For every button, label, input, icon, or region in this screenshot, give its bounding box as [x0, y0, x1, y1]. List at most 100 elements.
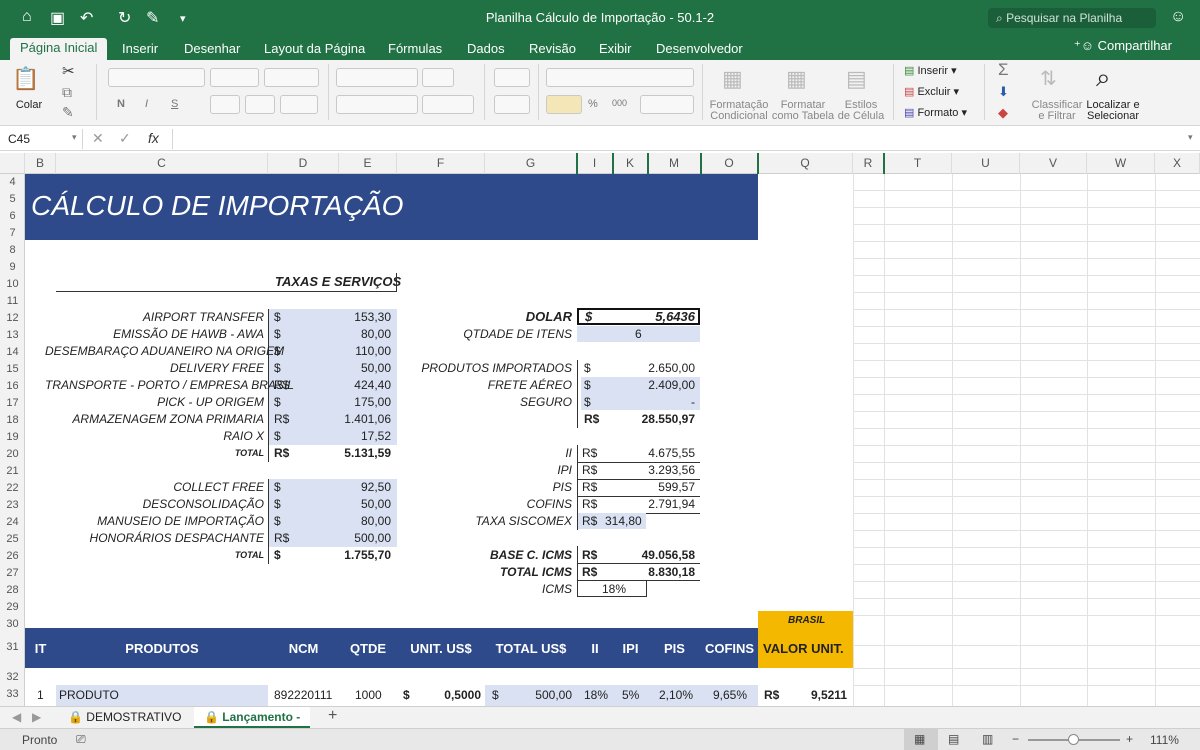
delete-cells-button[interactable]: ▤ Excluir ▾	[904, 85, 959, 98]
zoom-in-icon[interactable]: +	[1126, 732, 1133, 746]
format-painter-icon[interactable]: ✎	[62, 104, 74, 121]
row-header[interactable]: 26	[0, 550, 25, 562]
row-header[interactable]: 21	[0, 465, 25, 477]
row-header[interactable]: 9	[0, 261, 25, 273]
row-header[interactable]: 6	[0, 210, 25, 222]
bold-button[interactable]: N	[117, 98, 125, 110]
column-header[interactable]: F	[397, 153, 485, 174]
row-header[interactable]: 15	[0, 363, 25, 375]
row-header[interactable]: 27	[0, 567, 25, 579]
paste-label[interactable]: Colar	[10, 100, 48, 111]
indent-buttons[interactable]	[422, 95, 474, 114]
tab-layout[interactable]: Layout da Página	[254, 40, 375, 60]
tab-revisao[interactable]: Revisão	[519, 40, 586, 60]
row-header[interactable]: 14	[0, 346, 25, 358]
tab-inserir[interactable]: Inserir	[112, 40, 168, 60]
format-table-icon[interactable]: ▦	[786, 66, 807, 92]
column-header[interactable]: W	[1087, 153, 1155, 174]
share-button[interactable]: ⁺☺ Compartilhar	[1074, 38, 1172, 54]
function-icon[interactable]: fx	[148, 130, 159, 146]
row-header[interactable]: 18	[0, 414, 25, 426]
sort-filter-label[interactable]: Classificar e Filtrar	[1030, 100, 1084, 122]
row-header[interactable]: 25	[0, 533, 25, 545]
format-cells-button[interactable]: ▤ Formato ▾	[904, 106, 967, 119]
column-header[interactable]: E	[339, 153, 397, 174]
select-all[interactable]	[0, 153, 25, 174]
font-grow-shrink-buttons[interactable]	[264, 68, 319, 87]
format-table-label[interactable]: Formatar como Tabela	[770, 100, 836, 122]
sheet-tab-active[interactable]: 🔒 Lançamento -	[194, 707, 311, 728]
find-select-icon[interactable]: ⌕	[1096, 62, 1111, 94]
formula-input[interactable]	[174, 129, 1182, 149]
orientation-button[interactable]	[422, 68, 454, 87]
row-header[interactable]: 8	[0, 244, 25, 256]
zoom-slider-thumb[interactable]	[1068, 734, 1079, 745]
column-header[interactable]: X	[1155, 153, 1200, 174]
cut-icon[interactable]: ✂	[62, 62, 75, 80]
vertical-align-buttons[interactable]	[336, 68, 418, 87]
fill-icon[interactable]: ⬇	[998, 84, 1009, 100]
underline-button[interactable]: S	[171, 98, 178, 110]
profile-icon[interactable]: ☺	[1170, 8, 1186, 26]
tab-desenvolvedor[interactable]: Desenvolvedor	[646, 40, 753, 60]
fill-color-button[interactable]	[245, 95, 275, 114]
number-format-select[interactable]	[546, 68, 694, 87]
sort-filter-icon[interactable]: ⇅	[1040, 66, 1057, 91]
row-header[interactable]: 24	[0, 516, 25, 528]
column-header[interactable]: T	[884, 153, 952, 174]
row-header[interactable]: 5	[0, 193, 25, 205]
zoom-level[interactable]: 111%	[1150, 733, 1179, 747]
column-header[interactable]: G	[485, 153, 577, 174]
row-header[interactable]: 33	[0, 688, 25, 700]
decimal-buttons[interactable]	[640, 95, 694, 114]
copy-icon[interactable]: ⧉	[62, 84, 72, 101]
row-header[interactable]: 28	[0, 584, 25, 596]
font-color-button[interactable]	[280, 95, 318, 114]
column-header[interactable]: K	[613, 153, 648, 174]
column-header[interactable]: R	[853, 153, 884, 174]
column-header[interactable]: C	[56, 153, 268, 174]
insert-cells-button[interactable]: ▤ Inserir ▾	[904, 64, 957, 77]
cell-styles-label[interactable]: Estilos de Célula	[834, 100, 888, 122]
next-sheet-icon[interactable]: ▶	[32, 710, 41, 724]
row-header[interactable]: 12	[0, 312, 25, 324]
tab-pagina-inicial[interactable]: Página Inicial	[10, 38, 108, 60]
zoom-out-icon[interactable]: −	[1012, 732, 1019, 746]
name-box-dropdown-icon[interactable]: ▾	[72, 132, 77, 143]
add-sheet-icon[interactable]: +	[328, 707, 337, 725]
page-layout-icon[interactable]: ▤	[948, 732, 959, 746]
cell-styles-icon[interactable]: ▤	[846, 66, 867, 92]
tab-desenhar[interactable]: Desenhar	[174, 40, 250, 60]
column-header[interactable]: B	[25, 153, 56, 174]
expand-formula-icon[interactable]: ▾	[1188, 132, 1193, 143]
row-header[interactable]: 19	[0, 431, 25, 443]
name-box[interactable]: C45	[4, 129, 80, 149]
column-header[interactable]: D	[268, 153, 339, 174]
row-header[interactable]: 32	[0, 671, 25, 683]
merge-button[interactable]	[494, 95, 530, 114]
prev-sheet-icon[interactable]: ◀	[12, 710, 21, 724]
enter-icon[interactable]: ✓	[119, 130, 131, 147]
column-header[interactable]: V	[1020, 153, 1087, 174]
find-select-label[interactable]: Localizar e Selecionar	[1084, 100, 1142, 122]
row-header[interactable]: 29	[0, 601, 25, 613]
borders-button[interactable]	[210, 95, 240, 114]
column-header[interactable]: M	[648, 153, 701, 174]
row-header[interactable]: 30	[0, 618, 25, 630]
row-header[interactable]: 17	[0, 397, 25, 409]
conditional-format-label[interactable]: Formatação Condicional	[706, 100, 772, 122]
wrap-text-button[interactable]	[494, 68, 530, 87]
horizontal-align-buttons[interactable]	[336, 95, 418, 114]
search-input[interactable]: ⌕ Pesquisar na Planilha	[988, 8, 1156, 28]
row-header[interactable]: 7	[0, 227, 25, 239]
column-header[interactable]: U	[952, 153, 1020, 174]
page-break-icon[interactable]: ▥	[982, 732, 993, 746]
row-header[interactable]: 4	[0, 176, 25, 188]
paste-icon[interactable]: 📋	[12, 66, 39, 92]
cancel-icon[interactable]: ✕	[92, 130, 104, 147]
tab-formulas[interactable]: Fórmulas	[378, 40, 452, 60]
column-header[interactable]: O	[701, 153, 758, 174]
tab-dados[interactable]: Dados	[457, 40, 515, 60]
conditional-format-icon[interactable]: ▦	[722, 66, 743, 92]
row-header[interactable]: 22	[0, 482, 25, 494]
